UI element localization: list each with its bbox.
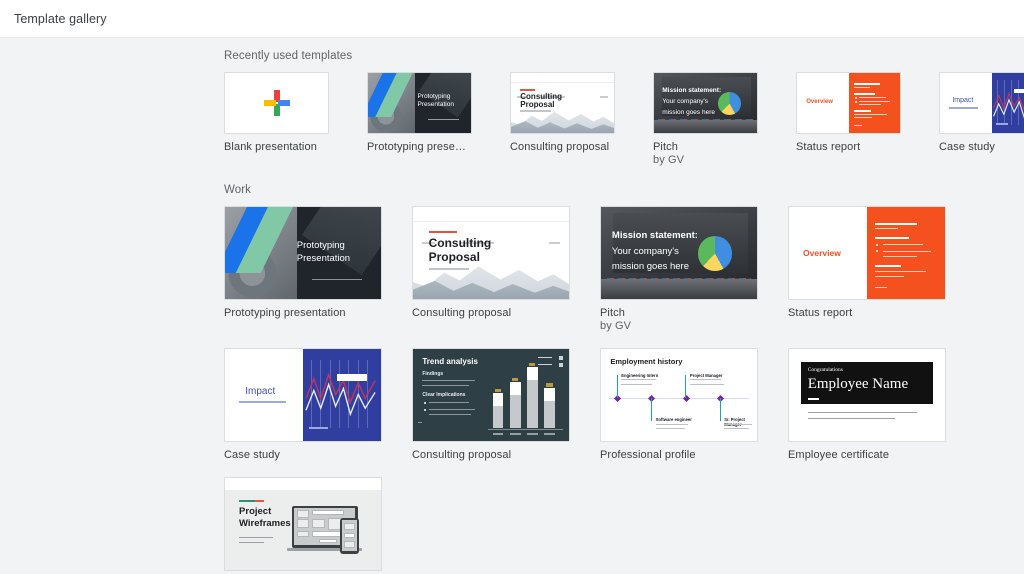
template-thumbnail[interactable]: Prototyping Presentation <box>224 206 382 300</box>
gallery-scroll-area[interactable]: Recently used templates Blank presentati… <box>0 38 1024 574</box>
template-card-consulting-proposal[interactable]: Consulting Proposal Consulting proposal <box>412 206 570 332</box>
app-header: Template gallery <box>0 0 1024 38</box>
template-thumbnail[interactable]: Congratulations Employee Name <box>788 348 946 442</box>
thumb-title-line2: Your company's <box>611 245 679 257</box>
template-thumbnail[interactable]: Project Wireframes <box>224 477 382 571</box>
template-thumbnail[interactable]: Trend analysis Findings Clear Implicatio… <box>412 348 570 442</box>
template-sublabel: by GV <box>653 154 685 166</box>
template-label: Pitch <box>653 141 678 153</box>
thumb-title-line2: Presentation <box>296 253 351 264</box>
template-label: Prototyping presentation <box>224 307 346 319</box>
template-thumbnail[interactable] <box>224 72 329 134</box>
case-study-line-chart <box>993 92 1024 119</box>
template-label: Pitch <box>600 307 625 319</box>
plus-icon <box>225 73 328 133</box>
template-label: Status report <box>788 307 853 319</box>
template-card-pitch[interactable]: Mission statement: Your company's missio… <box>600 206 758 332</box>
template-thumbnail[interactable]: Consulting Proposal <box>510 72 615 134</box>
thumb-congrats-text: Congratulations <box>807 367 843 374</box>
template-thumbnail[interactable]: Prototyping Presentation <box>367 72 472 134</box>
thumb-implications-title: Clear Implications <box>422 392 466 399</box>
template-label: Case study <box>224 449 281 461</box>
recently-used-row: Blank presentation Prototyping Presentat… <box>224 72 1024 166</box>
timeline-label: Software engineer <box>655 417 692 423</box>
template-thumbnail[interactable]: Consulting Proposal <box>412 206 570 300</box>
thumb-title-line2: Proposal <box>520 99 555 109</box>
template-label: Prototyping presentati... <box>367 141 472 153</box>
template-label: Consulting proposal <box>510 141 610 153</box>
thumb-title-line2: Your company's <box>662 98 709 105</box>
template-thumbnail[interactable]: Employment history Engineering Intern Pr… <box>600 348 758 442</box>
recently-used-section: Recently used templates Blank presentati… <box>0 38 1024 166</box>
template-card-status-report[interactable]: Overview Status report <box>796 72 901 166</box>
thumb-title-line2: Wireframes <box>239 518 291 530</box>
timeline-label: Sr. Project Manager <box>724 417 745 428</box>
work-row-3: Project Wireframes <box>224 477 1024 574</box>
template-card-case-study[interactable]: Impact Case study <box>939 72 1024 166</box>
work-section: Work Prototyping Presentation Prototypin… <box>0 166 1024 574</box>
template-card-blank-presentation[interactable]: Blank presentation <box>224 72 329 166</box>
template-label: Blank presentation <box>224 141 317 153</box>
thumb-employee-name: Employee Name <box>807 375 909 392</box>
section-title-recent: Recently used templates <box>224 50 353 62</box>
timeline-label: Project Manager <box>689 372 723 378</box>
thumb-findings-title: Findings <box>422 371 444 378</box>
thumb-title-line1: Project <box>239 505 272 517</box>
template-card-prototyping-presentation[interactable]: Prototyping Presentation Prototyping pre… <box>224 206 382 332</box>
template-card-pitch[interactable]: Mission statement: Your company's missio… <box>653 72 758 166</box>
template-thumbnail[interactable]: Overview <box>796 72 901 134</box>
template-card-employee-certificate[interactable]: Congratulations Employee Name Employee c… <box>788 348 946 461</box>
work-row-2: Impact Case study Trend analysis Finding… <box>224 348 1024 461</box>
case-study-line-chart <box>305 372 376 417</box>
section-title-work: Work <box>224 184 252 196</box>
thumb-title-line3: mission goes here <box>611 261 690 273</box>
page-title: Template gallery <box>14 11 107 26</box>
template-thumbnail[interactable]: Mission statement: Your company's missio… <box>653 72 758 134</box>
thumb-overview-text: Overview <box>806 99 833 106</box>
template-label: Employee certificate <box>788 449 890 461</box>
template-thumbnail[interactable]: Impact <box>939 72 1024 134</box>
template-card-status-report[interactable]: Overview Status report <box>788 206 946 332</box>
template-label: Consulting proposal <box>412 449 512 461</box>
template-label: Case study <box>939 141 996 153</box>
thumb-trend-title: Trend analysis <box>422 357 478 367</box>
template-label: Professional profile <box>600 449 696 461</box>
template-sublabel: by GV <box>600 320 632 332</box>
template-card-consulting-proposal[interactable]: Trend analysis Findings Clear Implicatio… <box>412 348 570 461</box>
thumb-title-line1: Mission statement: <box>611 230 698 242</box>
thumb-overview-text: Overview <box>803 248 841 259</box>
template-card-prototyping-presentation[interactable]: Prototyping Presentation Prototyping pre… <box>367 72 472 166</box>
template-card-consulting-proposal[interactable]: Consulting Proposal Consulting proposal <box>510 72 615 166</box>
thumb-title-line3: mission goes here <box>662 108 715 116</box>
template-thumbnail[interactable]: Overview <box>788 206 946 300</box>
template-label: Status report <box>796 141 861 153</box>
template-card-project-wireframes[interactable]: Project Wireframes <box>224 477 382 574</box>
template-label: Consulting proposal <box>412 307 512 319</box>
work-row-1: Prototyping Presentation Prototyping pre… <box>224 206 1024 332</box>
thumb-title-line1: Prototyping <box>296 240 345 252</box>
thumb-profile-title: Employment history <box>610 357 683 367</box>
thumb-title-line2: Proposal <box>428 250 480 265</box>
template-card-professional-profile[interactable]: Employment history Engineering Intern Pr… <box>600 348 758 461</box>
thumb-title-line1: Consulting <box>428 236 492 251</box>
thumb-title-line2: Presentation <box>417 100 454 108</box>
template-thumbnail[interactable]: Impact <box>224 348 382 442</box>
template-card-case-study[interactable]: Impact Case study <box>224 348 382 461</box>
template-thumbnail[interactable]: Mission statement: Your company's missio… <box>600 206 758 300</box>
thumb-title-line1: Mission statement: <box>662 87 722 95</box>
timeline-label: Engineering Intern <box>621 372 659 378</box>
